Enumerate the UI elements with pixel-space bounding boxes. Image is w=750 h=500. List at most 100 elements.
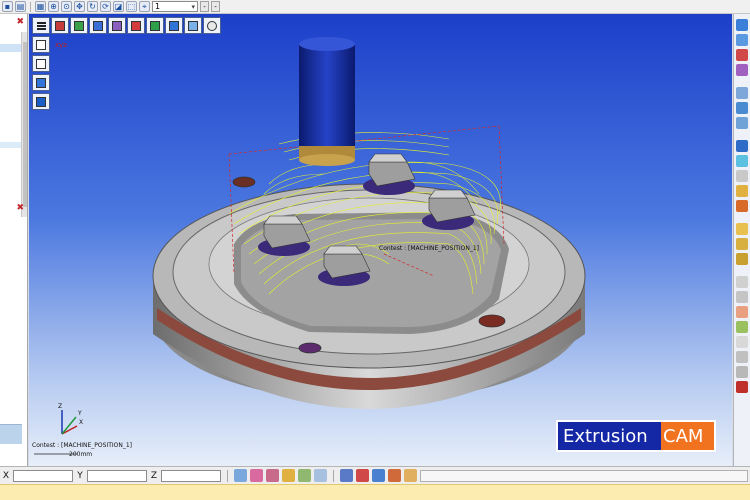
surface-icon[interactable] bbox=[736, 34, 748, 46]
z-coordinate-input[interactable] bbox=[161, 469, 221, 482]
left-panel: ✖ ✖ bbox=[0, 14, 28, 466]
contour-icon[interactable] bbox=[736, 253, 748, 265]
turn-icon[interactable] bbox=[736, 366, 748, 378]
status-strip bbox=[0, 484, 750, 500]
brand-logo-part1: Extrusion bbox=[558, 422, 661, 450]
feature-icon[interactable] bbox=[736, 87, 748, 99]
cube-shaded-icon[interactable] bbox=[184, 17, 202, 34]
select-body-icon[interactable] bbox=[298, 469, 311, 482]
bolt-hole bbox=[298, 342, 322, 354]
tool-icon[interactable] bbox=[736, 117, 748, 129]
axes-icon[interactable]: xyz bbox=[52, 36, 70, 53]
zoom-fit-icon[interactable] bbox=[203, 17, 221, 34]
zoom-all-icon[interactable]: ⊕ bbox=[48, 1, 59, 12]
pan-icon[interactable]: ✥ bbox=[74, 1, 85, 12]
select-icon[interactable]: ⬚ bbox=[126, 1, 137, 12]
nc-icon[interactable] bbox=[736, 200, 748, 212]
post-icon[interactable] bbox=[736, 185, 748, 197]
cube-bottom-icon[interactable] bbox=[165, 17, 183, 34]
solid-cube-icon[interactable] bbox=[32, 93, 50, 110]
scale-label: 200mm bbox=[69, 451, 93, 458]
print-icon[interactable]: ▤ bbox=[15, 1, 26, 12]
y-coordinate-input[interactable] bbox=[87, 469, 147, 482]
zoom-select[interactable]: 1 ▾ bbox=[152, 1, 198, 12]
outline-cube-icon[interactable] bbox=[32, 55, 50, 72]
y-coordinate-label: Y bbox=[77, 470, 83, 481]
cube-left-icon[interactable] bbox=[127, 17, 145, 34]
probe-icon[interactable] bbox=[736, 336, 748, 348]
measure-icon[interactable]: ⌖ bbox=[139, 1, 150, 12]
select-face-icon[interactable] bbox=[266, 469, 279, 482]
zoom-select-value: 1 bbox=[155, 2, 161, 11]
save-icon[interactable]: ▪ bbox=[2, 1, 13, 12]
simulate-icon[interactable] bbox=[736, 155, 748, 167]
cube-back-icon[interactable] bbox=[146, 17, 164, 34]
layers-icon[interactable]: ▦ bbox=[35, 1, 46, 12]
increase-button[interactable]: - bbox=[211, 1, 220, 12]
user-icon[interactable] bbox=[404, 469, 417, 482]
status-field bbox=[420, 469, 748, 482]
bolt-hole bbox=[478, 314, 506, 328]
refresh-icon[interactable]: ⟳ bbox=[100, 1, 111, 12]
decrease-button[interactable]: - bbox=[200, 1, 209, 12]
cutting-tool bbox=[299, 37, 355, 166]
panel-dock-tab[interactable] bbox=[0, 424, 22, 444]
machine-position-label: Contest : [MACHINE_POSITION_1] bbox=[379, 245, 480, 252]
select-edge-icon[interactable] bbox=[250, 469, 263, 482]
panel-header-bar bbox=[0, 44, 22, 52]
axis-x-label: X bbox=[79, 419, 83, 426]
solid-icon[interactable] bbox=[736, 19, 748, 31]
cube-iso-icon[interactable] bbox=[51, 17, 69, 34]
scrollbar-thumb[interactable] bbox=[23, 42, 27, 207]
select-solid-icon[interactable] bbox=[282, 469, 295, 482]
panel-scrollbar[interactable] bbox=[21, 32, 27, 217]
settings-icon[interactable] bbox=[340, 469, 353, 482]
bolt-hole bbox=[232, 176, 256, 188]
shaded-cube-icon[interactable] bbox=[32, 74, 50, 91]
pick-icon[interactable] bbox=[314, 469, 327, 482]
view-toolbar bbox=[32, 17, 221, 34]
cube-front-icon[interactable] bbox=[70, 17, 88, 34]
hatch-icon[interactable] bbox=[736, 291, 748, 303]
report-icon[interactable] bbox=[736, 381, 748, 393]
3d-viewport[interactable]: Z X Y xyz Contest : [MACHINE_POSITION_1]… bbox=[29, 14, 732, 466]
finish-icon[interactable] bbox=[736, 306, 748, 318]
lathe-icon[interactable] bbox=[736, 351, 748, 363]
view-toolbar-vertical: xyz bbox=[32, 36, 70, 110]
chart-icon[interactable] bbox=[356, 469, 369, 482]
top-toolbar: ▪ ▤ ▦ ⊕ ⊙ ✥ ↻ ⟳ ◪ ⬚ ⌖ 1 ▾ - - bbox=[0, 0, 750, 14]
select-point-icon[interactable] bbox=[234, 469, 247, 482]
rotate-icon[interactable]: ↻ bbox=[87, 1, 98, 12]
zoom-window-icon[interactable]: ⊙ bbox=[61, 1, 72, 12]
close-icon[interactable]: ✖ bbox=[16, 203, 24, 213]
cube-top-icon[interactable] bbox=[89, 17, 107, 34]
axis-y-label: Y bbox=[77, 410, 82, 417]
engrave-icon[interactable] bbox=[736, 321, 748, 333]
cube-right-icon[interactable] bbox=[108, 17, 126, 34]
point-icon[interactable] bbox=[736, 64, 748, 76]
mill-icon[interactable] bbox=[736, 238, 748, 250]
wireframe-cube-icon[interactable] bbox=[32, 36, 50, 53]
tree-selected-row[interactable] bbox=[0, 142, 22, 148]
toolbar-separator bbox=[333, 469, 334, 482]
pocket-icon[interactable] bbox=[736, 276, 748, 288]
curve-icon[interactable] bbox=[736, 49, 748, 61]
verify-icon[interactable] bbox=[736, 170, 748, 182]
close-icon[interactable]: ✖ bbox=[16, 17, 24, 27]
export-icon[interactable] bbox=[388, 469, 401, 482]
chevron-down-icon: ▾ bbox=[191, 2, 195, 11]
right-toolbar bbox=[733, 14, 750, 466]
toolbar-separator bbox=[30, 1, 31, 12]
z-coordinate-label: Z bbox=[150, 470, 158, 481]
cam-scene: Z X Y bbox=[34, 37, 586, 455]
stats-icon[interactable] bbox=[372, 469, 385, 482]
menu-icon[interactable] bbox=[32, 17, 50, 34]
x-coordinate-label: X bbox=[2, 470, 10, 481]
drill-icon[interactable] bbox=[736, 223, 748, 235]
machine-icon[interactable] bbox=[736, 140, 748, 152]
bottom-toolbar: X Y Z bbox=[0, 466, 750, 484]
x-coordinate-input[interactable] bbox=[13, 469, 73, 482]
toolbar-separator bbox=[227, 469, 228, 482]
toolpath-icon[interactable] bbox=[736, 102, 748, 114]
view-icon[interactable]: ◪ bbox=[113, 1, 124, 12]
